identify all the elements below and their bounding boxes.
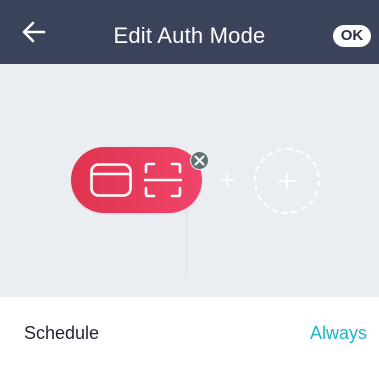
schedule-value: Always: [309, 323, 367, 343]
combine-plus-icon: [220, 173, 234, 187]
add-auth-method-slot[interactable]: [254, 148, 320, 214]
plus-icon: [278, 172, 296, 190]
close-icon: [194, 155, 205, 166]
card-icon: [90, 163, 132, 197]
top-bar: Edit Auth Mode OK: [0, 0, 379, 64]
face-scan-icon: [144, 162, 182, 198]
remove-auth-button[interactable]: [190, 151, 209, 170]
schedule-label: Schedule: [24, 323, 100, 343]
schedule-row[interactable]: Schedule Always: [0, 297, 379, 363]
ok-button[interactable]: OK: [333, 25, 371, 47]
page-title: Edit Auth Mode: [113, 23, 266, 48]
